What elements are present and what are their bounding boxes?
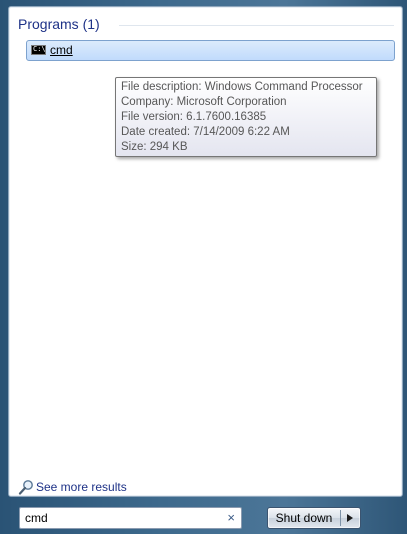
tooltip-file-description: File description: Windows Command Proces… (121, 81, 363, 93)
magnifier-icon (18, 480, 33, 495)
start-menu: Programs (1) C:\ cmd File description: W… (0, 0, 407, 534)
cmd-icon: C:\ (31, 45, 46, 55)
search-results-panel: Programs (1) C:\ cmd File description: W… (8, 6, 403, 497)
tooltip-company: Company: Microsoft Corporation (121, 96, 287, 108)
group-header-divider (119, 25, 394, 26)
file-info-tooltip: File description: Windows Command Proces… (115, 77, 377, 157)
search-input[interactable] (22, 509, 225, 527)
tooltip-file-version: File version: 6.1.7600.16385 (121, 111, 267, 123)
see-more-results-label: See more results (36, 480, 127, 494)
chevron-right-icon (347, 514, 353, 522)
shutdown-button-group: Shut down (267, 507, 361, 529)
shutdown-options-button[interactable] (341, 508, 360, 528)
cmd-icon-glyph: C:\ (33, 45, 46, 53)
search-box: × (19, 507, 242, 529)
shutdown-button[interactable]: Shut down (268, 508, 340, 528)
tooltip-size: Size: 294 KB (121, 141, 188, 153)
result-item-label: cmd (50, 43, 73, 57)
tooltip-date-created: Date created: 7/14/2009 6:22 AM (121, 126, 290, 138)
programs-group-header: Programs (1) (18, 16, 100, 32)
clear-search-icon[interactable]: × (227, 510, 235, 526)
result-item-cmd[interactable]: C:\ cmd (26, 40, 395, 61)
